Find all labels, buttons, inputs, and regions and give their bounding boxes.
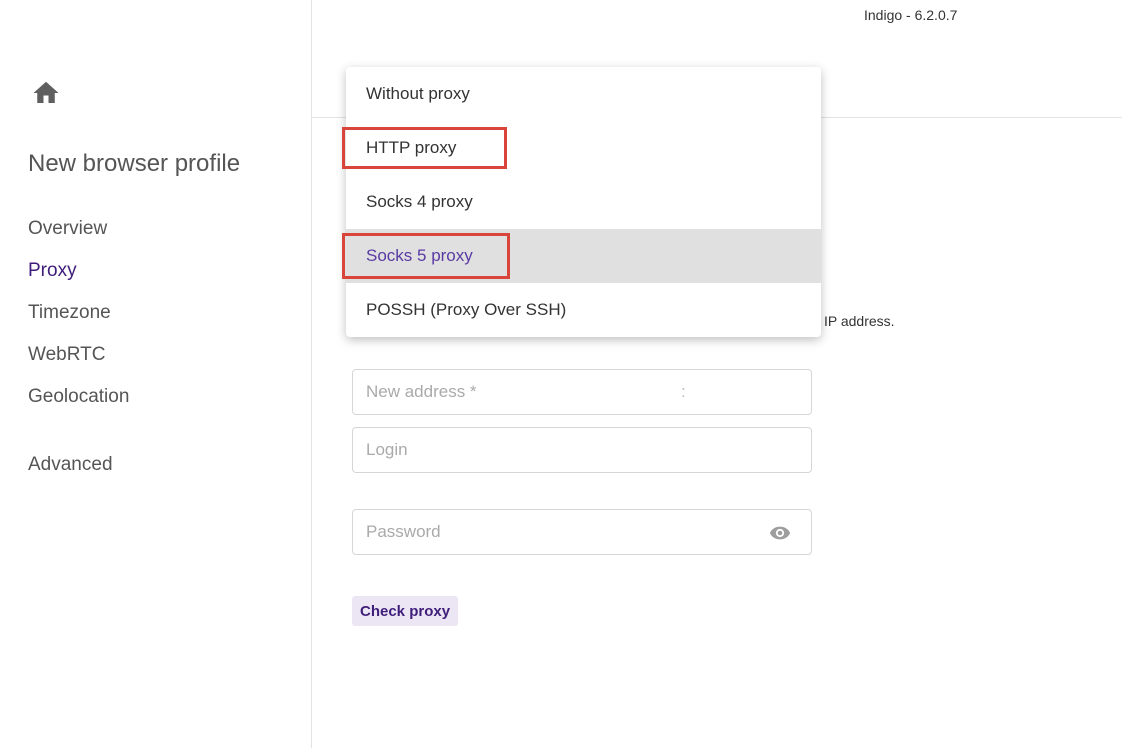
option-possh[interactable]: POSSH (Proxy Over SSH) — [346, 283, 821, 337]
address-field[interactable]: New address * : — [352, 369, 812, 415]
sidebar-item-webrtc[interactable]: WebRTC — [28, 344, 105, 366]
sidebar-item-timezone[interactable]: Timezone — [28, 302, 111, 324]
address-placeholder: New address * — [366, 382, 477, 401]
highlight-box-socks5 — [342, 233, 510, 279]
highlight-box-http — [342, 127, 507, 169]
check-proxy-button[interactable]: Check proxy — [352, 596, 459, 626]
password-placeholder: Password — [366, 522, 441, 541]
login-field[interactable]: Login — [352, 427, 812, 473]
password-field[interactable]: Password — [352, 509, 812, 555]
sidebar-item-proxy[interactable]: Proxy — [28, 260, 77, 282]
sidebar-item-geolocation[interactable]: Geolocation — [28, 386, 129, 408]
version-label: Indigo - 6.2.0.7 — [864, 7, 958, 23]
proxy-info-text: IP address. — [824, 313, 895, 329]
sidebar-item-overview[interactable]: Overview — [28, 218, 107, 240]
address-separator: : — [681, 382, 686, 401]
option-without-proxy[interactable]: Without proxy — [346, 67, 821, 121]
sidebar-item-advanced[interactable]: Advanced — [28, 454, 113, 476]
login-placeholder: Login — [366, 440, 408, 459]
eye-icon[interactable] — [769, 525, 791, 541]
proxy-type-dropdown: Without proxy HTTP proxy Socks 4 proxy S… — [346, 67, 821, 337]
sidebar: New browser profile Overview Proxy Timez… — [0, 0, 312, 748]
home-icon[interactable] — [28, 78, 64, 108]
option-socks4-proxy[interactable]: Socks 4 proxy — [346, 175, 821, 229]
page-title: New browser profile — [28, 150, 241, 177]
